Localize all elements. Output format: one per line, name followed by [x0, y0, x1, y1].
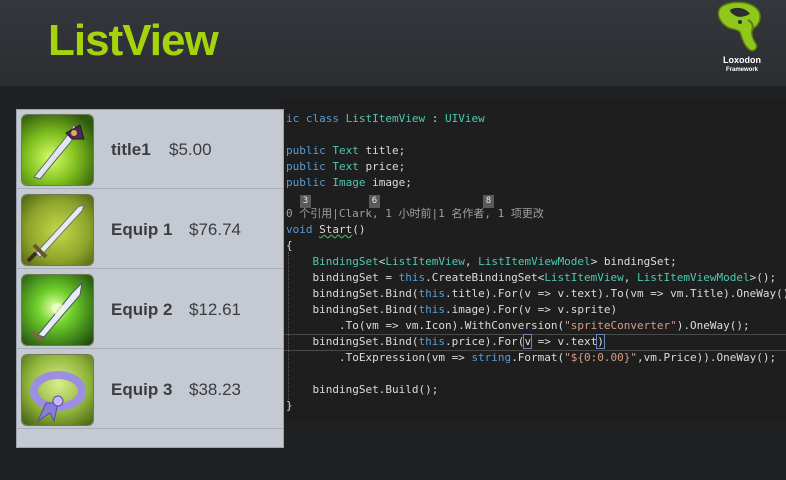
header-bar: ListView Loxodon Framework: [0, 0, 786, 86]
list-item[interactable]: Equip 2 $12.61: [17, 270, 283, 349]
code-line-bind-title: bindingSet.Bind(this.title).For(v => v.t…: [286, 287, 786, 300]
sword-icon: [21, 194, 94, 266]
dagger-icon: [21, 114, 94, 186]
list-item[interactable]: Equip 1 $76.74: [17, 190, 283, 269]
item-price: $76.74: [189, 220, 241, 239]
item-title: Equip 1: [111, 220, 173, 239]
glowing-blade-icon: [21, 274, 94, 346]
ribbon-necklace-icon: [21, 354, 94, 426]
page-title: ListView: [48, 16, 219, 65]
code-line-bind-price: bindingSet.Bind(this.price).For(v => v.t…: [286, 334, 605, 349]
code-line-image-field: public Image image;: [286, 176, 412, 189]
item-price: $5.00: [169, 140, 212, 159]
item-title: title1: [111, 140, 151, 159]
code-line-close-brace: }: [286, 399, 293, 412]
list-item[interactable]: Equip 3 $38.23: [17, 350, 283, 429]
item-title: Equip 3: [111, 380, 173, 399]
code-line-title-field: public Text title;: [286, 144, 406, 157]
code-line-price-expression: .ToExpression(vm => string.Format("${0:0…: [286, 351, 777, 364]
code-line-price-field: public Text price;: [286, 160, 406, 173]
item-price: $12.61: [189, 300, 241, 319]
code-line-bind-image: bindingSet.Bind(this.image).For(v => v.s…: [286, 303, 618, 316]
code-line-build: bindingSet.Build();: [286, 383, 439, 396]
code-line-create-bindingset: bindingSet = this.CreateBindingSet<ListI…: [286, 271, 777, 284]
list-item[interactable]: title1 $5.00: [17, 110, 283, 189]
code-line-bindingset-decl: BindingSet<ListItemView, ListItemViewMod…: [312, 255, 677, 268]
elephant-logo-icon: [717, 1, 761, 52]
code-editor[interactable]: ic class ListItemView : UIView public Te…: [280, 100, 786, 420]
code-lens-info[interactable]: 0 个引用|Clark, 1 小时前|1 名作者, 1 项更改: [286, 206, 544, 222]
logo-subtitle: Framework: [725, 67, 758, 73]
code-line-start-method: void Start(): [286, 223, 366, 236]
logo-name: Loxodon: [723, 55, 761, 65]
code-line-open-brace: {: [286, 239, 293, 252]
loxodon-logo: Loxodon Framework: [710, 0, 786, 86]
list-view[interactable]: title1 $5.00 Equip 1 $76.74 Equip 2 $12.…: [16, 109, 284, 448]
item-title: Equip 2: [111, 300, 173, 319]
code-line-image-conversion: .To(vm => vm.Icon).WithConversion("sprit…: [286, 319, 750, 332]
item-price: $38.23: [189, 380, 241, 399]
code-line-class-decl: ic class ListItemView : UIView: [286, 112, 485, 125]
